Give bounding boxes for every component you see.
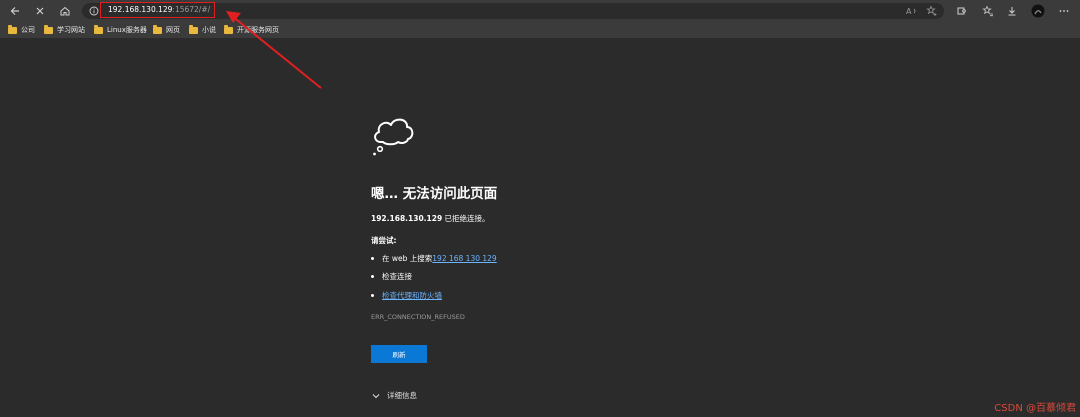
folder-icon bbox=[8, 25, 17, 34]
try-label: 请尝试: bbox=[371, 236, 397, 245]
home-button[interactable] bbox=[56, 2, 74, 20]
url-host: 192.168.130.129 bbox=[108, 5, 173, 14]
favorites-button[interactable] bbox=[980, 3, 996, 19]
svg-text:A: A bbox=[906, 7, 912, 16]
stop-button[interactable] bbox=[31, 2, 49, 20]
suggestion-check-proxy: 检查代理和防火墙 bbox=[371, 290, 442, 301]
bookmark-label: 小说 bbox=[202, 26, 216, 34]
close-icon bbox=[36, 7, 44, 15]
bookmark-folder[interactable]: 开源服务网页 bbox=[224, 25, 279, 35]
browser-window: 192.168.130.129:15672/#/ A 公司 学习网站 Linux… bbox=[0, 0, 1080, 417]
downloads-button[interactable] bbox=[1004, 3, 1020, 19]
more-dots-icon bbox=[1059, 10, 1069, 12]
url-path: :15672/#/ bbox=[172, 5, 211, 14]
read-aloud-button[interactable]: A bbox=[904, 3, 920, 19]
bookmarks-bar: 公司 学习网站 Linux服务器 网页 小说 开源服务网页 bbox=[0, 22, 1080, 39]
star-add-icon bbox=[926, 5, 937, 16]
bookmark-folder[interactable]: 小说 bbox=[189, 25, 216, 35]
bullet bbox=[371, 294, 374, 297]
read-aloud-icon: A bbox=[906, 7, 916, 16]
folder-icon bbox=[189, 25, 198, 34]
back-button[interactable] bbox=[6, 2, 24, 20]
favorites-icon bbox=[982, 5, 993, 17]
bookmark-label: 学习网站 bbox=[57, 26, 85, 34]
add-favorite-button[interactable] bbox=[924, 3, 940, 19]
folder-icon bbox=[44, 25, 53, 34]
cloud-icon bbox=[373, 118, 414, 156]
avatar bbox=[1031, 4, 1045, 18]
bullet bbox=[371, 275, 374, 278]
bookmark-label: 公司 bbox=[21, 26, 35, 34]
folder-icon bbox=[153, 25, 162, 34]
bookmark-folder[interactable]: Linux服务器 bbox=[94, 25, 147, 35]
info-icon[interactable] bbox=[89, 6, 99, 16]
chevron-down-icon bbox=[372, 393, 380, 398]
details-toggle[interactable]: 详细信息 bbox=[371, 390, 417, 401]
folder-icon bbox=[224, 25, 233, 34]
more-menu-button[interactable] bbox=[1056, 3, 1072, 19]
details-label: 详细信息 bbox=[387, 391, 417, 400]
folder-icon bbox=[94, 25, 103, 34]
refresh-button[interactable]: 刷新 bbox=[371, 345, 427, 363]
suggestion-search: 在 web 上搜索 192 168 130 129 bbox=[371, 253, 497, 264]
refused-host: 192.168.130.129 bbox=[371, 214, 443, 223]
extension-icon bbox=[957, 7, 966, 15]
proxy-firewall-link[interactable]: 检查代理和防火墙 bbox=[382, 290, 442, 301]
refused-message: 192.168.130.129 已拒绝连接。 bbox=[371, 213, 490, 224]
extensions-button[interactable] bbox=[953, 3, 969, 19]
annotation-arrow bbox=[226, 11, 322, 89]
bookmark-folder[interactable]: 网页 bbox=[153, 25, 180, 35]
bookmark-label: 开源服务网页 bbox=[237, 26, 279, 34]
watermark: CSDN @百慕倾君 bbox=[994, 403, 1076, 414]
search-link[interactable]: 192 168 130 129 bbox=[432, 254, 496, 263]
bookmark-folder[interactable]: 学习网站 bbox=[44, 25, 85, 35]
back-arrow-icon bbox=[10, 7, 19, 15]
bookmark-label: 网页 bbox=[166, 26, 180, 34]
refused-text: 已拒绝连接。 bbox=[442, 214, 490, 223]
url-text[interactable]: 192.168.130.129:15672/#/ bbox=[100, 2, 215, 18]
bullet bbox=[371, 257, 374, 260]
profile-button[interactable] bbox=[1030, 3, 1046, 19]
browser-toolbar: 192.168.130.129:15672/#/ A bbox=[0, 0, 1080, 22]
error-headline: 嗯… 无法访问此页面 bbox=[371, 186, 498, 202]
suggestion-check-connection: 检查连接 bbox=[371, 271, 412, 282]
home-icon bbox=[60, 6, 70, 16]
bookmark-folder[interactable]: 公司 bbox=[8, 25, 35, 35]
bookmark-label: Linux服务器 bbox=[107, 26, 147, 34]
error-code: ERR_CONNECTION_REFUSED bbox=[371, 313, 465, 321]
suggestion-search-text: 在 web 上搜索 bbox=[382, 254, 433, 263]
suggestion-check-text: 检查连接 bbox=[382, 272, 412, 281]
download-icon bbox=[1008, 7, 1016, 16]
